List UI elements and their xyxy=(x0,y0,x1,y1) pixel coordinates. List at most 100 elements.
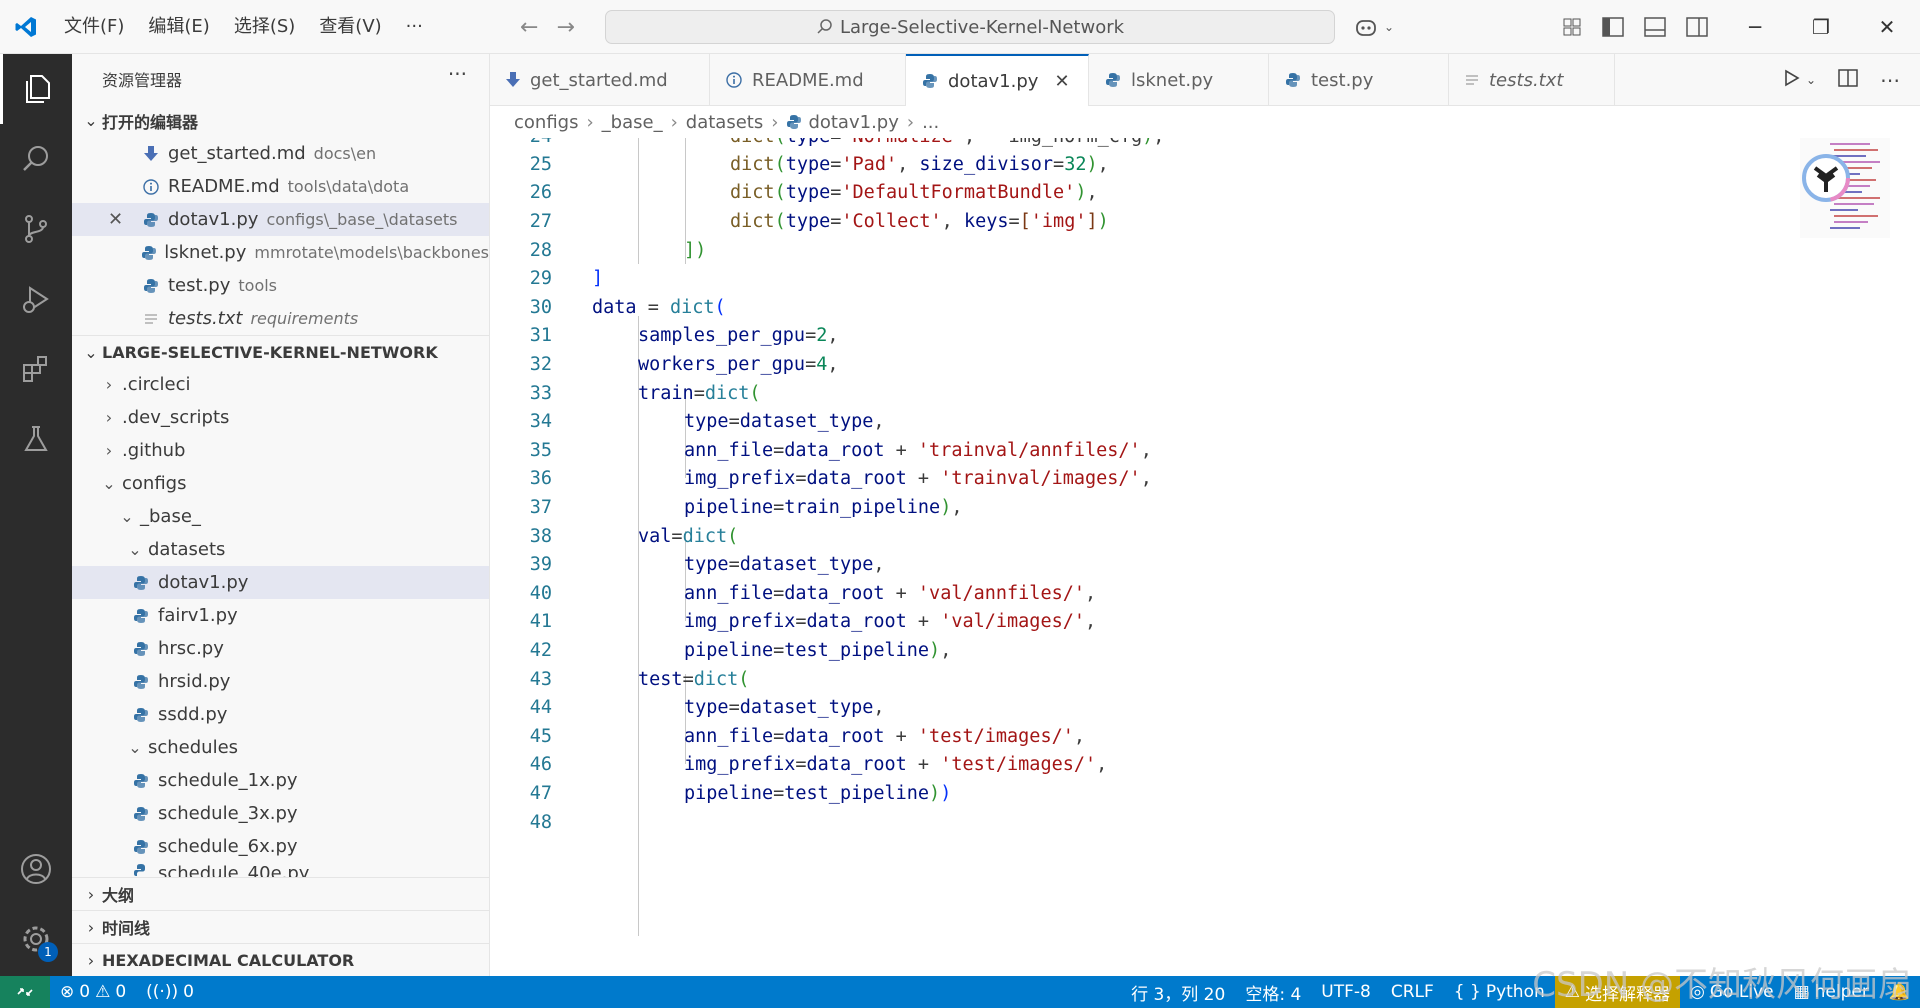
open-editor-desc: tools\data\dota xyxy=(287,177,410,196)
code-line: 38 val=dict( xyxy=(490,522,739,551)
copilot-button[interactable]: ⌄ xyxy=(1354,10,1394,44)
minimize-icon[interactable]: ─ xyxy=(1722,15,1788,39)
hex-calculator-section[interactable]: › HEXADECIMAL CALCULATOR xyxy=(72,943,489,976)
remote-indicator-icon[interactable] xyxy=(0,976,50,1008)
tree-folder[interactable]: › .circleci xyxy=(72,368,489,401)
tree-file[interactable]: schedule_3x.py xyxy=(72,797,489,830)
helper-button[interactable]: ▦ helper xyxy=(1784,982,1879,1002)
open-editor-item[interactable]: lsknet.py mmrotate\models\backbones xyxy=(72,236,489,269)
tree-file[interactable]: hrsid.py xyxy=(72,665,489,698)
tree-folder[interactable]: ⌄ configs xyxy=(72,467,489,500)
breadcrumb-item[interactable]: datasets xyxy=(686,112,763,133)
line-number: 39 xyxy=(529,554,552,576)
menu-file[interactable]: 文件(F) xyxy=(52,0,136,54)
close-tab-icon[interactable]: ✕ xyxy=(1054,71,1069,92)
breadcrumb-item[interactable]: ... xyxy=(922,112,939,133)
tab-label: lsknet.py xyxy=(1131,69,1214,91)
open-editor-name: test.py xyxy=(168,275,231,296)
menu-edit[interactable]: 编辑(E) xyxy=(136,0,221,54)
chevron-right-icon: › xyxy=(87,917,95,937)
breadcrumb-item[interactable]: configs xyxy=(514,112,578,133)
run-icon[interactable] xyxy=(1784,68,1800,92)
tree-folder[interactable]: ⌄ schedules xyxy=(72,731,489,764)
open-editor-name: get_started.md xyxy=(168,143,306,164)
encoding[interactable]: UTF-8 xyxy=(1311,982,1381,1002)
notifications-bell-icon[interactable]: 🔔 xyxy=(1879,982,1920,1002)
outline-label: 大纲 xyxy=(102,886,135,905)
breadcrumb-item[interactable]: _base_ xyxy=(602,112,663,133)
outline-section[interactable]: › 大纲 xyxy=(72,877,489,910)
tree-folder-label: _base_ xyxy=(140,506,201,527)
source-control-icon[interactable] xyxy=(0,194,72,264)
search-icon[interactable] xyxy=(0,124,72,194)
menu-view[interactable]: 查看(V) xyxy=(307,0,393,54)
ports-indicator[interactable]: ((·)) 0 xyxy=(136,982,204,1002)
open-editor-item-active[interactable]: ✕ dotav1.py configs\_base_\datasets xyxy=(72,203,489,236)
tree-folder[interactable]: › .github xyxy=(72,434,489,467)
explorer-more-button[interactable]: ··· xyxy=(448,62,467,86)
code-line: 30 data = dict( xyxy=(490,293,726,322)
testing-icon[interactable] xyxy=(0,404,72,474)
open-editor-item[interactable]: test.py tools xyxy=(72,269,489,302)
line-number: 29 xyxy=(529,268,552,290)
restore-icon[interactable]: ❐ xyxy=(1788,15,1854,39)
line-number: 43 xyxy=(529,668,552,690)
problems-indicator[interactable]: ⊗ 0 ⚠ 0 xyxy=(50,982,136,1002)
accounts-icon[interactable] xyxy=(0,834,72,904)
tab-tests-txt[interactable]: tests.txt xyxy=(1449,54,1615,106)
toggle-sidebar-icon[interactable] xyxy=(1602,17,1624,37)
more-actions-icon[interactable]: ⋯ xyxy=(1880,68,1900,92)
menu-more[interactable]: ··· xyxy=(394,0,435,54)
close-icon[interactable]: ✕ xyxy=(108,209,123,230)
go-live-button[interactable]: ◎ Go Live xyxy=(1680,982,1784,1002)
open-editor-desc: requirements xyxy=(250,309,359,328)
split-editor-icon[interactable] xyxy=(1838,68,1858,92)
tree-file[interactable]: schedule_6x.py xyxy=(72,830,489,863)
indentation[interactable]: 空格: 4 xyxy=(1235,980,1311,1005)
open-editors-header[interactable]: ⌄ 打开的编辑器 xyxy=(72,104,489,137)
language-mode[interactable]: { } Python xyxy=(1444,982,1555,1002)
tree-file[interactable]: fairv1.py xyxy=(72,599,489,632)
minimap[interactable] xyxy=(1800,138,1890,238)
line-ending[interactable]: CRLF xyxy=(1381,982,1444,1002)
toggle-secondary-sidebar-icon[interactable] xyxy=(1686,17,1708,37)
close-window-icon[interactable]: ✕ xyxy=(1854,15,1920,39)
open-editor-item[interactable]: tests.txt requirements xyxy=(72,302,489,335)
tree-file-selected[interactable]: dotav1.py xyxy=(72,566,489,599)
open-editor-item[interactable]: README.md tools\data\dota xyxy=(72,170,489,203)
run-debug-icon[interactable] xyxy=(0,264,72,334)
explorer-sidebar: 资源管理器 ··· ⌄ 打开的编辑器 get_started.md docs\e… xyxy=(72,54,490,976)
tree-file[interactable]: ssdd.py xyxy=(72,698,489,731)
code-editor[interactable]: 24dict(type='Normalize', **img_norm_cfg)… xyxy=(490,138,1920,976)
extensions-icon[interactable] xyxy=(0,334,72,404)
tab-test[interactable]: test.py xyxy=(1269,54,1449,106)
project-header[interactable]: ⌄ LARGE-SELECTIVE-KERNEL-NETWORK xyxy=(72,335,489,368)
tree-file[interactable]: schedule_1x.py xyxy=(72,764,489,797)
command-center[interactable]: Large-Selective-Kernel-Network xyxy=(605,10,1335,44)
tree-file-partial[interactable]: schedule_40e.py xyxy=(72,863,489,877)
back-arrow-icon[interactable]: ← xyxy=(520,15,538,40)
tree-file[interactable]: hrsc.py xyxy=(72,632,489,665)
tab-lsknet[interactable]: lsknet.py xyxy=(1089,54,1269,106)
explorer-icon[interactable] xyxy=(0,54,72,124)
breadcrumb: configs › _base_ › datasets › dotav1.py › ..… xyxy=(490,106,1920,138)
tree-folder[interactable]: ⌄ datasets xyxy=(72,533,489,566)
customize-layout-icon[interactable] xyxy=(1562,17,1582,37)
forward-arrow-icon[interactable]: → xyxy=(556,15,574,40)
chevron-down-icon[interactable]: ⌄ xyxy=(1806,73,1816,87)
tab-readme[interactable]: README.md xyxy=(710,54,906,106)
breadcrumb-item[interactable]: dotav1.py xyxy=(808,112,898,133)
chevron-right-icon: › xyxy=(105,441,113,460)
cursor-position[interactable]: 行 3，列 20 xyxy=(1121,980,1235,1005)
timeline-section[interactable]: › 时间线 xyxy=(72,910,489,943)
tree-folder[interactable]: ⌄ _base_ xyxy=(72,500,489,533)
toggle-panel-icon[interactable] xyxy=(1644,17,1666,37)
chevron-down-icon: ⌄ xyxy=(128,738,142,757)
select-interpreter[interactable]: ⚠ 选择解释器 xyxy=(1554,976,1681,1008)
tree-folder[interactable]: › .dev_scripts xyxy=(72,401,489,434)
tab-dotav1-active[interactable]: dotav1.py ✕ xyxy=(906,54,1089,106)
tab-get-started[interactable]: get_started.md xyxy=(490,54,710,106)
menu-select[interactable]: 选择(S) xyxy=(222,0,307,54)
open-editor-item[interactable]: get_started.md docs\en xyxy=(72,137,489,170)
manage-gear-icon[interactable]: 1 xyxy=(0,904,72,974)
